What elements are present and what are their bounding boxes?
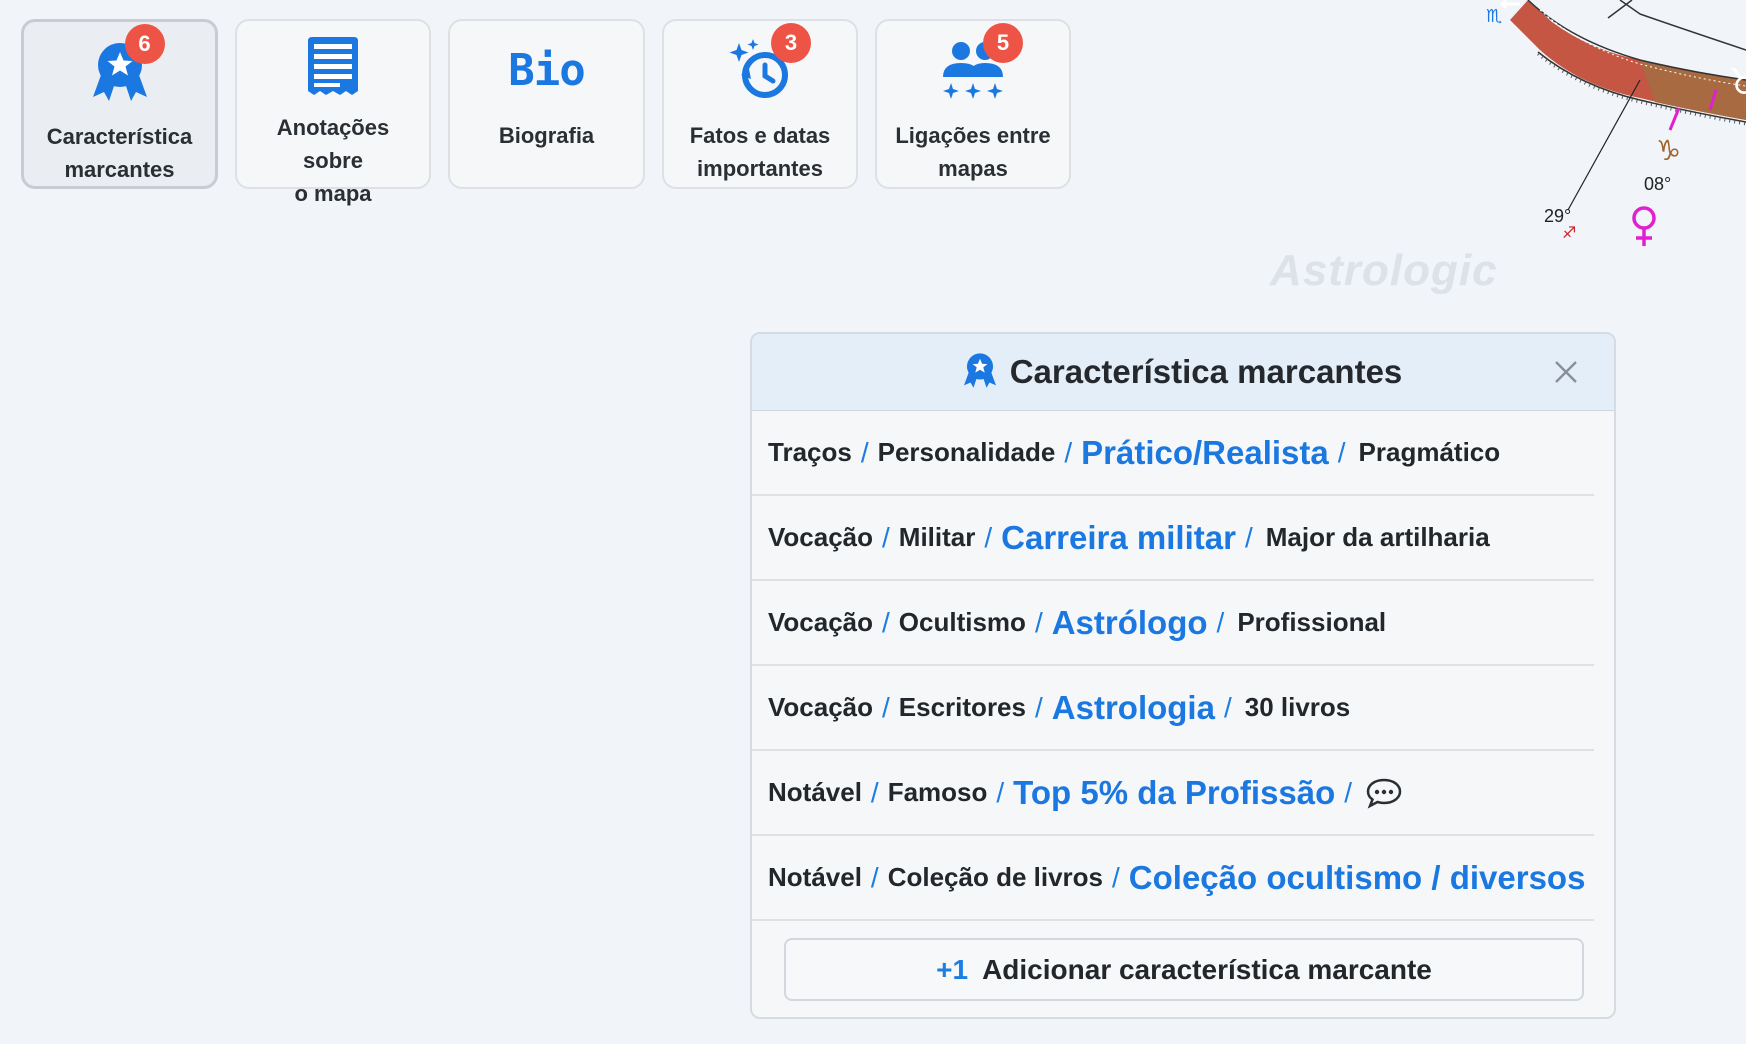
close-icon[interactable] [1550, 356, 1582, 388]
caracteristicas-panel: Característica marcantes Traços / Person… [750, 332, 1616, 1019]
history-clock-icon: 3 [729, 23, 811, 103]
characteristic-link[interactable]: Carreira militar [1001, 519, 1236, 557]
category-label: Notável [768, 862, 862, 892]
toolbar: 6 Característica marcantes Anotações sob… [21, 19, 1071, 206]
astro-chart-fragment[interactable]: ♑ ♉ 08° 29° ♐ ♏ [1480, 0, 1746, 260]
add-button-label: Adicionar característica marcante [982, 953, 1432, 985]
detail-label: Profissional [1237, 607, 1387, 637]
tab-fatos-datas[interactable]: 3 Fatos e datas importantes [662, 19, 858, 189]
tile-label: Característica marcantes [46, 124, 193, 182]
characteristic-link[interactable]: Astrologia [1052, 689, 1215, 727]
svg-text:♉: ♉ [1728, 62, 1746, 103]
characteristic-link[interactable]: Prático/Realista [1081, 434, 1329, 472]
notes-document-icon [306, 37, 360, 95]
award-ribbon-icon [963, 351, 996, 394]
category-label: Vocação [768, 692, 874, 722]
plus-one-icon: +1 [936, 953, 969, 985]
subcategory-label: Escritores [898, 692, 1026, 722]
tab-ligacoes-mapas[interactable]: 5 Ligações entre mapas [875, 19, 1071, 189]
panel-title: Característica marcantes [1009, 353, 1403, 390]
category-label: Notável [768, 777, 862, 807]
list-item[interactable]: Vocação / Militar / Carreira militar / M… [752, 496, 1594, 581]
notification-badge: 6 [124, 24, 165, 64]
panel-header: Característica marcantes [752, 334, 1614, 411]
tab-caracteristicas-marcantes[interactable]: 6 Característica marcantes [21, 19, 218, 189]
tile-label: Fatos e datas importantes [689, 123, 831, 181]
list-item[interactable]: Vocação / Escritores / Astrologia / 30 l… [752, 666, 1594, 751]
list-item[interactable]: Traços / Personalidade / Prático/Realist… [752, 411, 1594, 496]
tile-label: Ligações entre mapas [895, 123, 1051, 181]
detail-label: Pragmático [1358, 437, 1501, 467]
subcategory-label: Famoso [887, 777, 988, 807]
tile-label: Biografia [498, 123, 595, 148]
category-label: Vocação [768, 522, 874, 552]
subcategory-label: Ocultismo [898, 607, 1026, 637]
characteristic-link[interactable]: Astrólogo [1052, 604, 1208, 642]
notification-badge: 5 [983, 23, 1023, 63]
degree-label: 08° [1644, 174, 1671, 194]
subcategory-label: Personalidade [877, 437, 1056, 467]
tile-label: Anotações sobre o mapa [276, 115, 390, 206]
tab-anotacoes[interactable]: Anotações sobre o mapa [235, 19, 431, 206]
svg-text:♏: ♏ [1486, 6, 1502, 27]
list-item[interactable]: Notável / Famoso / Top 5% da Profissão / [752, 751, 1594, 836]
list-item[interactable]: Vocação / Ocultismo / Astrólogo / Profis… [752, 581, 1594, 666]
category-label: Vocação [768, 607, 874, 637]
list-item[interactable]: Notável / Coleção de livros / Coleção oc… [752, 836, 1594, 921]
bio-icon: Bio [508, 44, 585, 96]
detail-label: Major da artilharia [1265, 522, 1490, 552]
characteristics-list: Traços / Personalidade / Prático/Realist… [752, 411, 1614, 921]
comment-icon[interactable] [1365, 777, 1403, 809]
award-ribbon-icon: 6 [92, 24, 165, 104]
category-label: Traços [768, 437, 852, 467]
characteristic-link[interactable]: Coleção ocultismo / diversos [1129, 859, 1586, 897]
tab-biografia[interactable]: Bio Biografia [448, 19, 645, 189]
add-characteristic-button[interactable]: +1 Adicionar característica marcante [784, 938, 1584, 1001]
people-link-icon: 5 [941, 23, 1023, 103]
svg-text:♑: ♑ [1656, 134, 1681, 167]
page: 6 Característica marcantes Anotações sob… [0, 0, 1746, 1044]
watermark-logo: Astrologic [1270, 246, 1498, 295]
subcategory-label: Coleção de livros [887, 862, 1104, 892]
characteristic-link[interactable]: Top 5% da Profissão [1013, 774, 1335, 812]
svg-text:♐: ♐ [1562, 223, 1576, 242]
notification-badge: 3 [771, 23, 811, 63]
subcategory-label: Militar [898, 522, 976, 552]
detail-label: 30 livros [1244, 692, 1351, 722]
